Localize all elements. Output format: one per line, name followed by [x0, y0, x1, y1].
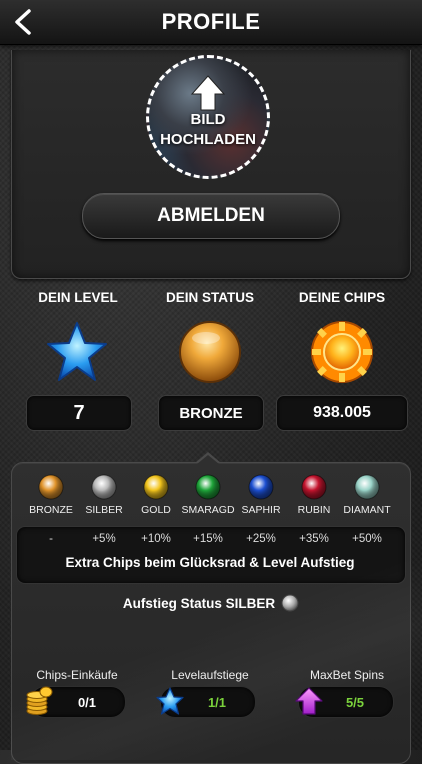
- upload-label-line2: HOCHLADEN: [160, 131, 256, 148]
- chevron-left-icon: [15, 9, 31, 35]
- chip-icon: [311, 321, 373, 383]
- header-bar: PROFILE: [0, 0, 422, 45]
- tier-bonus-rubin: +35%: [299, 533, 329, 545]
- tier-label-silber: SILBER: [85, 504, 123, 516]
- tier-bonus-saphir: +25%: [246, 533, 276, 545]
- saphir-gem-icon: [248, 474, 274, 500]
- back-button[interactable]: [8, 6, 38, 38]
- level-ups-count: 1/1: [207, 694, 227, 710]
- tier-bonus-gold: +10%: [141, 533, 171, 545]
- tier-bonus-bronze: -: [49, 533, 53, 545]
- bronze-status-icon: [179, 321, 241, 383]
- chips-purchases-count: 0/1: [77, 694, 97, 710]
- bronze-gem-icon: [38, 474, 64, 500]
- tier-label-bronze: BRONZE: [29, 504, 73, 516]
- tier-label-rubin: RUBIN: [297, 504, 331, 516]
- bonus-description: Extra Chips beim Glücksrad & Level Aufst…: [65, 555, 355, 570]
- gold-gem-icon: [143, 474, 169, 500]
- upload-label-line1: BILD: [190, 111, 226, 128]
- ascend-status: Aufstieg Status SILBER: [0, 594, 422, 612]
- rubin-gem-icon: [301, 474, 327, 500]
- tier-bonus-diamant: +50%: [352, 533, 382, 545]
- level-value: 7: [26, 395, 132, 431]
- purple-arrow-icon: [295, 687, 323, 715]
- tier-label-gold: GOLD: [141, 504, 171, 516]
- tier-bonus-silber: +5%: [92, 533, 116, 545]
- status-label: DEIN STATUS: [165, 290, 254, 305]
- maxbet-spins-count: 5/5: [345, 694, 365, 710]
- diamant-gem-icon: [354, 474, 380, 500]
- silber-gem-icon: [91, 474, 117, 500]
- panel-pointer-inner: [197, 455, 219, 464]
- smaragd-gem-icon: [195, 474, 221, 500]
- page-title: PROFILE: [161, 9, 261, 34]
- upload-photo-button[interactable]: BILD HOCHLADEN: [146, 55, 270, 179]
- tier-label-saphir: SAPHIR: [241, 504, 281, 516]
- chips-purchases-label: Chips-Einkäufe: [36, 668, 118, 682]
- tier-label-smaragd: SMARAGD: [181, 504, 235, 516]
- chips-value: 938.005: [276, 395, 408, 431]
- tier-label-diamant: DIAMANT: [343, 504, 391, 516]
- upload-label: BILD HOCHLADEN: [160, 110, 256, 150]
- blue-star-icon: [156, 687, 184, 715]
- level-star-icon: [47, 322, 107, 381]
- ascend-status-text: Aufstieg Status SILBER: [122, 595, 276, 611]
- level-label: DEIN LEVEL: [38, 290, 118, 305]
- chips-label: DEINE CHIPS: [298, 290, 386, 305]
- tier-bonus-smaragd: +15%: [193, 533, 223, 545]
- maxbet-spins-label: MaxBet Spins: [309, 668, 385, 682]
- level-ups-label: Levelaufstiege: [171, 668, 249, 682]
- profile-panel: BILD HOCHLADEN ABMELDEN: [11, 50, 411, 279]
- status-value: BRONZE: [158, 395, 264, 431]
- silver-gem-icon: [281, 594, 299, 612]
- logout-button[interactable]: ABMELDEN: [82, 193, 340, 239]
- coin-stack-icon: [26, 686, 53, 715]
- upload-arrow-icon: [190, 75, 226, 111]
